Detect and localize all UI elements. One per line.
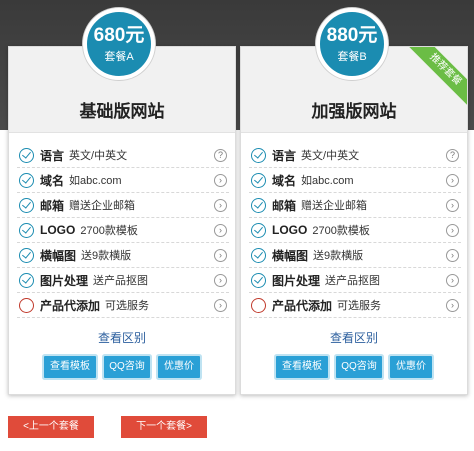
feature-value: 赠送企业邮箱 [301, 200, 368, 212]
feature-label: LOGO [272, 223, 308, 237]
feature-item-logo: LOGO 2700款模板 › [17, 218, 229, 243]
feature-item-email: 邮箱 赠送企业邮箱 › [249, 193, 461, 218]
feature-label: 域名 [272, 173, 297, 188]
next-package-button[interactable]: 下一个套餐> [121, 416, 207, 438]
feature-item-image-processing: 图片处理 送产品抠图 › [17, 268, 229, 293]
chevron-right-icon[interactable]: › [214, 223, 227, 237]
feature-value: 2700款模板 [312, 225, 370, 237]
view-templates-button[interactable]: 查看模板 [276, 356, 328, 378]
feature-value: 英文/中英文 [69, 150, 128, 162]
check-circle-icon [251, 272, 266, 288]
price-amount: 880元 [326, 25, 378, 46]
feature-label: 横幅图 [40, 248, 77, 263]
feature-value: 送产品抠图 [325, 275, 381, 287]
feature-item-logo: LOGO 2700款模板 › [249, 218, 461, 243]
feature-label: 邮箱 [40, 198, 65, 213]
check-circle-icon [251, 147, 266, 163]
check-circle-icon [19, 247, 34, 263]
chevron-right-icon[interactable]: › [214, 248, 227, 262]
prev-package-button[interactable]: <上一个套餐 [8, 416, 94, 438]
question-icon[interactable]: ? [214, 148, 227, 162]
view-templates-button[interactable]: 查看模板 [44, 356, 96, 378]
discount-price-button[interactable]: 优惠价 [158, 356, 200, 378]
package-name: 套餐A [104, 51, 134, 63]
feature-label: 图片处理 [272, 273, 321, 288]
check-circle-icon [251, 197, 266, 213]
chevron-right-icon[interactable]: › [214, 298, 227, 312]
question-icon[interactable]: ? [446, 148, 459, 162]
compare-link[interactable]: 查看区别 [9, 329, 235, 346]
chevron-right-icon[interactable]: › [446, 198, 459, 212]
chevron-right-icon[interactable]: › [214, 173, 227, 187]
qq-consult-button[interactable]: QQ咨询 [104, 356, 150, 378]
chevron-right-icon[interactable]: › [446, 223, 459, 237]
feature-value: 可选服务 [337, 300, 382, 312]
package-title: 加强版网站 [311, 102, 397, 121]
check-circle-icon [251, 247, 266, 263]
check-circle-icon [251, 222, 266, 238]
chevron-right-icon[interactable]: › [214, 198, 227, 212]
feature-label: 邮箱 [272, 198, 297, 213]
price-amount: 680元 [93, 25, 145, 46]
feature-label: 域名 [40, 173, 65, 188]
package-title: 基础版网站 [79, 102, 165, 121]
discount-price-button[interactable]: 优惠价 [390, 356, 432, 378]
empty-circle-icon [19, 297, 34, 313]
package-card-a: 基础版网站 语言 英文/中英文 ? 域名 如abc.com › 邮箱 赠送企业邮… [8, 46, 236, 395]
feature-list: 语言 英文/中英文 ? 域名 如abc.com › 邮箱 赠送企业邮箱 › LO… [17, 143, 229, 318]
feature-list: 语言 英文/中英文 ? 域名 如abc.com › 邮箱 赠送企业邮箱 › LO… [249, 143, 461, 318]
feature-item-domain: 域名 如abc.com › [17, 168, 229, 193]
feature-value: 2700款模板 [80, 225, 138, 237]
feature-label: 语言 [40, 148, 65, 163]
feature-item-domain: 域名 如abc.com › [249, 168, 461, 193]
check-circle-icon [19, 147, 34, 163]
feature-item-banner: 横幅图 送9款横版 › [17, 243, 229, 268]
feature-label: 产品代添加 [272, 298, 333, 313]
feature-label: LOGO [40, 223, 76, 237]
package-name: 套餐B [337, 51, 367, 63]
feature-item-banner: 横幅图 送9款横版 › [249, 243, 461, 268]
feature-item-language: 语言 英文/中英文 ? [249, 143, 461, 168]
chevron-right-icon[interactable]: › [214, 273, 227, 287]
chevron-right-icon[interactable]: › [446, 298, 459, 312]
chevron-right-icon[interactable]: › [446, 248, 459, 262]
action-buttons: 查看模板 QQ咨询 优惠价 [9, 356, 235, 378]
feature-label: 产品代添加 [40, 298, 101, 313]
check-circle-icon [19, 172, 34, 188]
feature-item-language: 语言 英文/中英文 ? [17, 143, 229, 168]
feature-item-image-processing: 图片处理 送产品抠图 › [249, 268, 461, 293]
empty-circle-icon [251, 297, 266, 313]
feature-label: 图片处理 [40, 273, 89, 288]
chevron-right-icon[interactable]: › [446, 173, 459, 187]
feature-label: 横幅图 [272, 248, 309, 263]
feature-value: 英文/中英文 [301, 150, 360, 162]
feature-value: 如abc.com [69, 175, 122, 187]
check-circle-icon [19, 197, 34, 213]
feature-value: 送9款横版 [313, 250, 364, 262]
check-circle-icon [19, 272, 34, 288]
qq-consult-button[interactable]: QQ咨询 [336, 356, 382, 378]
feature-label: 语言 [272, 148, 297, 163]
price-badge-b: 880元 套餐B [316, 8, 388, 80]
feature-value: 送产品抠图 [93, 275, 149, 287]
compare-link[interactable]: 查看区别 [241, 329, 467, 346]
feature-item-email: 邮箱 赠送企业邮箱 › [17, 193, 229, 218]
feature-value: 送9款横版 [81, 250, 132, 262]
feature-value: 赠送企业邮箱 [69, 200, 136, 212]
check-circle-icon [19, 222, 34, 238]
feature-item-product-upload: 产品代添加 可选服务 › [17, 293, 229, 318]
feature-value: 如abc.com [301, 175, 354, 187]
action-buttons: 查看模板 QQ咨询 优惠价 [241, 356, 467, 378]
package-card-b: 加强版网站 推荐套餐 语言 英文/中英文 ? 域名 如abc.com › 邮箱 … [240, 46, 468, 395]
check-circle-icon [251, 172, 266, 188]
price-badge-a: 680元 套餐A [83, 8, 155, 80]
feature-value: 可选服务 [105, 300, 150, 312]
feature-item-product-upload: 产品代添加 可选服务 › [249, 293, 461, 318]
chevron-right-icon[interactable]: › [446, 273, 459, 287]
